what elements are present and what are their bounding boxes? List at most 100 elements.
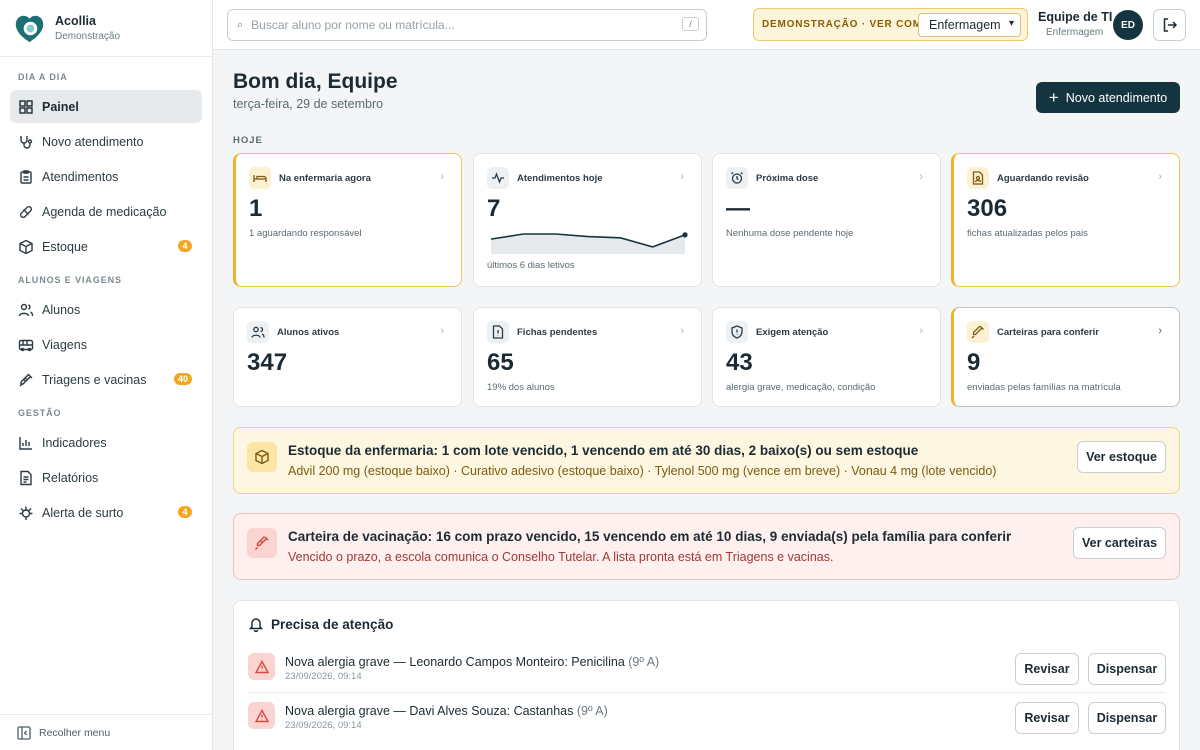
activity-icon xyxy=(487,167,509,189)
stat-card-subtitle: Nenhuma dose pendente hoje xyxy=(726,228,854,239)
shield-alert-icon xyxy=(726,321,748,343)
stat-card-subtitle: enviadas pelas famílias na matrícula xyxy=(967,382,1121,393)
bus-icon xyxy=(18,339,34,351)
package-icon xyxy=(247,442,277,472)
role-select[interactable]: Enfermagem ▾ xyxy=(918,13,1021,37)
new-attendance-label: Novo atendimento xyxy=(1065,90,1168,105)
review-button[interactable]: Revisar xyxy=(1015,653,1079,685)
bar-chart-icon xyxy=(19,436,32,450)
sidebar-item-estoque[interactable]: Estoque 4 xyxy=(10,230,202,263)
stat-card-atendimentos[interactable]: Atendimentos hoje › 7 últimos 6 dias let… xyxy=(473,153,702,287)
brand-subtitle: Demonstração xyxy=(55,31,121,42)
stat-card-title: Fichas pendentes xyxy=(517,326,598,338)
stat-card-title: Na enfermaria agora xyxy=(279,172,371,184)
stock-alert-text: Advil 200 mg (estoque baixo) · Curativo … xyxy=(288,464,997,478)
logout-icon xyxy=(1163,18,1177,32)
page-date: terça-feira, 29 de setembro xyxy=(233,97,384,111)
stock-alert-banner: Estoque da enfermaria: 1 com lote vencid… xyxy=(233,427,1180,494)
chevron-right-icon: › xyxy=(1158,325,1162,337)
sidebar-badge: 4 xyxy=(178,240,192,252)
stat-card-title: Carteiras para conferir xyxy=(997,326,1099,338)
logout-button[interactable] xyxy=(1153,9,1186,41)
stat-card-enfermaria[interactable]: Na enfermaria agora › 1 1 aguardando res… xyxy=(233,153,462,287)
sidebar-item-agenda-medicacao[interactable]: Agenda de medicação xyxy=(10,195,202,228)
chevron-right-icon: › xyxy=(680,171,684,183)
view-stock-button[interactable]: Ver estoque xyxy=(1077,441,1166,473)
sidebar-item-label: Indicadores xyxy=(42,435,107,450)
package-icon xyxy=(19,239,33,254)
demo-view-as: DEMONSTRAÇÃO · VER COMO Enfermagem ▾ xyxy=(753,8,1028,41)
sidebar-item-label: Agenda de medicação xyxy=(42,204,167,219)
user-role: Enfermagem xyxy=(1046,27,1104,38)
top-header: ⌕ Buscar aluno por nome ou matrícula... … xyxy=(213,0,1200,50)
review-button[interactable]: Revisar xyxy=(1015,702,1079,734)
sidebar-badge: 40 xyxy=(173,373,192,385)
sidebar-item-viagens[interactable]: Viagens xyxy=(10,328,202,361)
stat-card-carteiras[interactable]: Carteiras para conferir › 9 enviadas pel… xyxy=(951,307,1180,407)
sidebar-item-label: Viagens xyxy=(42,337,87,352)
nav-section-title: GESTÃO xyxy=(18,408,62,418)
search-input[interactable]: ⌕ Buscar aluno por nome ou matrícula... … xyxy=(227,9,707,41)
sidebar-item-alunos[interactable]: Alunos xyxy=(10,293,202,326)
stat-card-title: Próxima dose xyxy=(756,172,819,184)
chevron-down-icon: ▾ xyxy=(1008,18,1014,29)
sidebar-item-relatorios[interactable]: Relatórios xyxy=(10,461,202,494)
avatar[interactable]: ED xyxy=(1113,10,1143,40)
vaccination-alert-title: Carteira de vacinação: 16 com prazo venc… xyxy=(288,529,1012,544)
collapse-menu-button[interactable]: Recolher menu xyxy=(0,714,212,750)
dismiss-button[interactable]: Dispensar xyxy=(1088,653,1166,685)
search-placeholder: Buscar aluno por nome ou matrícula... xyxy=(251,18,455,32)
dismiss-button[interactable]: Dispensar xyxy=(1088,702,1166,734)
stat-card-value: 347 xyxy=(247,349,288,376)
sidebar-item-indicadores[interactable]: Indicadores xyxy=(10,426,202,459)
sidebar-item-atendimentos[interactable]: Atendimentos xyxy=(10,160,202,193)
sidebar-item-label: Painel xyxy=(42,99,79,114)
chevron-right-icon: › xyxy=(440,325,444,337)
stat-card-value: 65 xyxy=(487,349,514,376)
view-cards-button[interactable]: Ver carteiras xyxy=(1073,527,1166,559)
stat-card-value: 306 xyxy=(967,195,1008,222)
stat-card-alunos-ativos[interactable]: Alunos ativos › 347 xyxy=(233,307,462,407)
attention-row-time: 23/09/2026, 09:14 xyxy=(285,671,362,682)
stat-card-aguardando-revisao[interactable]: Aguardando revisão › 306 fichas atualiza… xyxy=(951,153,1180,287)
sidebar-badge: 4 xyxy=(178,506,192,518)
attention-panel: Precisa de atenção Nova alergia grave — … xyxy=(233,600,1180,750)
virus-icon xyxy=(19,506,33,520)
stat-card-title: Atendimentos hoje xyxy=(517,172,603,184)
logo-icon xyxy=(15,15,44,42)
collapse-menu-label: Recolher menu xyxy=(39,726,111,739)
sidebar-item-label: Atendimentos xyxy=(42,169,119,184)
plus-icon: + xyxy=(1048,87,1059,107)
sidebar-collapse-icon xyxy=(17,725,31,740)
nav-section-title: DIA A DIA xyxy=(18,72,68,82)
stat-card-title: Exigem atenção xyxy=(756,326,829,338)
file-alert-icon xyxy=(487,321,509,343)
chevron-right-icon: › xyxy=(919,171,923,183)
file-user-icon xyxy=(967,167,989,189)
sidebar-item-alerta-surto[interactable]: Alerta de surto 4 xyxy=(10,496,202,529)
attention-row-text: Nova alergia grave — Davi Alves Souza: C… xyxy=(285,704,574,718)
attention-row-time: 23/09/2026, 09:14 xyxy=(285,720,362,731)
stat-card-title: Aguardando revisão xyxy=(997,172,1089,184)
attention-row-class: (9º A) xyxy=(628,655,660,669)
stat-card-fichas-pendentes[interactable]: Fichas pendentes › 65 19% dos alunos xyxy=(473,307,702,407)
attention-title: Precisa de atenção xyxy=(271,616,394,632)
syringe-icon xyxy=(967,321,989,343)
attention-row: Nova alergia grave — Davi Alves Souza: C… xyxy=(248,694,1166,742)
pill-icon xyxy=(19,205,33,218)
sidebar-item-painel[interactable]: Painel xyxy=(10,90,202,123)
stat-card-subtitle: 19% dos alunos xyxy=(487,382,555,393)
sidebar-item-label: Estoque xyxy=(42,239,88,254)
sidebar-item-label: Relatórios xyxy=(42,470,99,485)
role-select-value: Enfermagem xyxy=(929,18,1001,32)
stat-card-proxima-dose[interactable]: Próxima dose › — Nenhuma dose pendente h… xyxy=(712,153,941,287)
sidebar-item-label: Novo atendimento xyxy=(42,134,144,149)
sidebar-item-novo-atendimento[interactable]: Novo atendimento xyxy=(10,125,202,158)
sidebar-item-triagens-vacinas[interactable]: Triagens e vacinas 40 xyxy=(10,363,202,396)
stat-card-exigem-atencao[interactable]: Exigem atenção › 43 alergia grave, medic… xyxy=(712,307,941,407)
sidebar-item-label: Alerta de surto xyxy=(42,505,124,520)
vaccination-alert-banner: Carteira de vacinação: 16 com prazo venc… xyxy=(233,513,1180,580)
new-attendance-button[interactable]: + Novo atendimento xyxy=(1036,82,1180,113)
file-icon xyxy=(20,470,32,485)
demo-label: DEMONSTRAÇÃO · VER COMO xyxy=(762,19,931,30)
